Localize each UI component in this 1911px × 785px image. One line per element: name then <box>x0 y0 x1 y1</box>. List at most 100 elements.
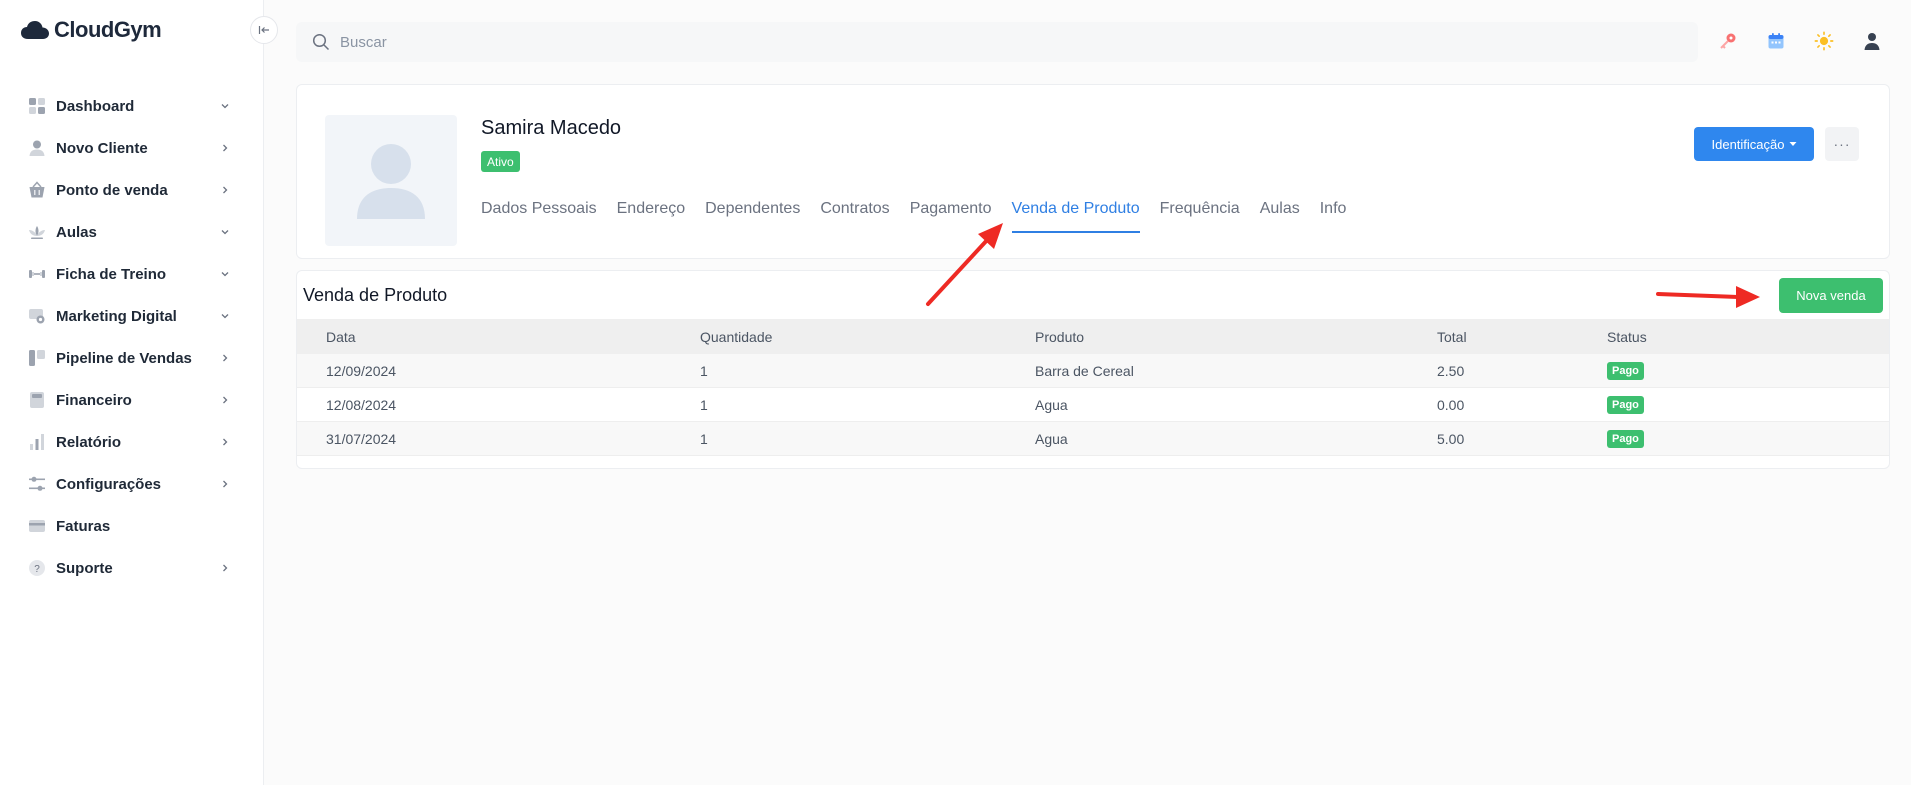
sidebar-nav: Dashboard Novo Cliente Ponto de venda Au… <box>0 85 264 589</box>
status-badge: Pago <box>1607 361 1644 380</box>
sidebar-item-ficha-de-treino[interactable]: Ficha de Treino <box>0 253 264 295</box>
sidebar-item-label: Relatório <box>56 433 122 451</box>
collapse-sidebar-button[interactable] <box>250 16 278 44</box>
profile-tabs: Dados Pessoais Endereço Dependentes Cont… <box>481 185 1366 233</box>
sales-table: Data Quantidade Produto Total Status 12/… <box>297 319 1889 456</box>
tab-venda-de-produto[interactable]: Venda de Produto <box>1011 185 1140 233</box>
table-header: Data Quantidade Produto Total Status <box>297 319 1889 354</box>
cell-total: 0.00 <box>1437 396 1465 413</box>
user-icon <box>28 139 46 157</box>
cell-product: Agua <box>1035 396 1068 413</box>
sidebar-item-ponto-de-venda[interactable]: Ponto de venda <box>0 169 264 211</box>
new-sale-button[interactable]: Nova venda <box>1779 278 1883 313</box>
dumbbell-icon <box>28 265 46 283</box>
sidebar-item-configuracoes[interactable]: Configurações <box>0 463 264 505</box>
collapse-arrow-icon <box>258 26 269 34</box>
cell-date: 31/07/2024 <box>326 430 397 447</box>
cell-product: Agua <box>1035 430 1068 447</box>
search-bar[interactable] <box>296 22 1698 62</box>
column-header-status: Status <box>1607 328 1647 345</box>
pipeline-icon <box>28 349 46 367</box>
cell-date: 12/08/2024 <box>326 396 397 413</box>
client-name: Samira Macedo <box>481 117 622 139</box>
table-row[interactable]: 12/09/2024 1 Barra de Cereal 2.50 Pago <box>297 354 1889 388</box>
identification-button-label: Identificação <box>1711 136 1785 152</box>
sidebar-item-label: Dashboard <box>56 97 135 115</box>
sidebar-item-marketing-digital[interactable]: Marketing Digital <box>0 295 264 337</box>
sidebar-item-suporte[interactable]: ? Suporte <box>0 547 264 589</box>
chevron-down-icon <box>218 309 232 323</box>
sidebar-item-relatorio[interactable]: Relatório <box>0 421 264 463</box>
bar-chart-icon <box>28 433 46 451</box>
search-icon <box>312 33 330 51</box>
tab-aulas[interactable]: Aulas <box>1260 185 1300 233</box>
chevron-right-icon <box>218 183 232 197</box>
sidebar-item-label: Aulas <box>56 223 97 241</box>
basket-icon <box>28 181 46 199</box>
dashboard-icon <box>28 97 46 115</box>
chevron-right-icon <box>218 393 232 407</box>
sidebar-item-pipeline-de-vendas[interactable]: Pipeline de Vendas <box>0 337 264 379</box>
sidebar-item-label: Marketing Digital <box>56 307 177 325</box>
sidebar-item-label: Faturas <box>56 517 111 535</box>
sidebar-item-faturas[interactable]: Faturas <box>0 505 264 547</box>
help-icon: ? <box>28 559 46 577</box>
cell-total: 2.50 <box>1437 362 1465 379</box>
sidebar-item-label: Ficha de Treino <box>56 265 167 283</box>
cell-quantity: 1 <box>700 396 708 413</box>
chevron-right-icon <box>218 351 232 365</box>
tab-dependentes[interactable]: Dependentes <box>705 185 800 233</box>
card-icon <box>28 517 46 535</box>
identification-button[interactable]: Identificação <box>1694 127 1814 161</box>
column-header-quantity: Quantidade <box>700 328 773 345</box>
sidebar-item-financeiro[interactable]: Financeiro <box>0 379 264 421</box>
sun-icon[interactable] <box>1814 31 1834 51</box>
tab-endereco[interactable]: Endereço <box>617 185 686 233</box>
app-name: CloudGym <box>54 17 162 42</box>
tab-dados-pessoais[interactable]: Dados Pessoais <box>481 185 597 233</box>
sidebar: CloudGym Dashboard Novo Cliente Ponto de… <box>0 0 264 785</box>
column-header-date: Data <box>326 328 356 345</box>
sidebar-item-aulas[interactable]: Aulas <box>0 211 264 253</box>
more-options-button[interactable]: ··· <box>1825 127 1859 161</box>
status-badge: Ativo <box>481 151 520 172</box>
sidebar-item-novo-cliente[interactable]: Novo Cliente <box>0 127 264 169</box>
tab-info[interactable]: Info <box>1320 185 1347 233</box>
chevron-down-icon <box>218 267 232 281</box>
section-title: Venda de Produto <box>303 285 448 305</box>
cell-quantity: 1 <box>700 430 708 447</box>
avatar <box>325 115 457 246</box>
caret-down-icon <box>1789 142 1796 146</box>
logo[interactable]: CloudGym <box>20 16 162 44</box>
chevron-right-icon <box>218 435 232 449</box>
megaphone-icon <box>28 307 46 325</box>
table-row[interactable]: 12/08/2024 1 Agua 0.00 Pago <box>297 388 1889 422</box>
tab-pagamento[interactable]: Pagamento <box>910 185 992 233</box>
status-badge: Pago <box>1607 429 1644 448</box>
column-header-product: Produto <box>1035 328 1085 345</box>
chevron-right-icon <box>218 561 232 575</box>
user-profile-icon[interactable] <box>1862 31 1882 51</box>
cell-date: 12/09/2024 <box>326 362 397 379</box>
sidebar-item-dashboard[interactable]: Dashboard <box>0 85 264 127</box>
client-profile-card: Samira Macedo Ativo Dados Pessoais Ender… <box>296 84 1890 259</box>
key-icon[interactable] <box>1718 31 1738 51</box>
column-header-total: Total <box>1437 328 1467 345</box>
status-badge: Pago <box>1607 395 1644 414</box>
chevron-right-icon <box>218 141 232 155</box>
calendar-icon[interactable] <box>1766 31 1786 51</box>
search-input[interactable] <box>340 33 940 51</box>
table-row[interactable]: 31/07/2024 1 Agua 5.00 Pago <box>297 422 1889 456</box>
chevron-down-icon <box>218 225 232 239</box>
tab-contratos[interactable]: Contratos <box>820 185 889 233</box>
sidebar-item-label: Ponto de venda <box>56 181 168 199</box>
cell-total: 5.00 <box>1437 430 1465 447</box>
tab-frequencia[interactable]: Frequência <box>1160 185 1240 233</box>
sidebar-item-label: Novo Cliente <box>56 139 148 157</box>
cloud-icon <box>21 21 49 39</box>
svg-text:?: ? <box>34 564 40 575</box>
lotus-icon <box>28 223 46 241</box>
cell-product: Barra de Cereal <box>1035 362 1134 379</box>
cell-quantity: 1 <box>700 362 708 379</box>
avatar-placeholder-icon <box>357 144 425 219</box>
